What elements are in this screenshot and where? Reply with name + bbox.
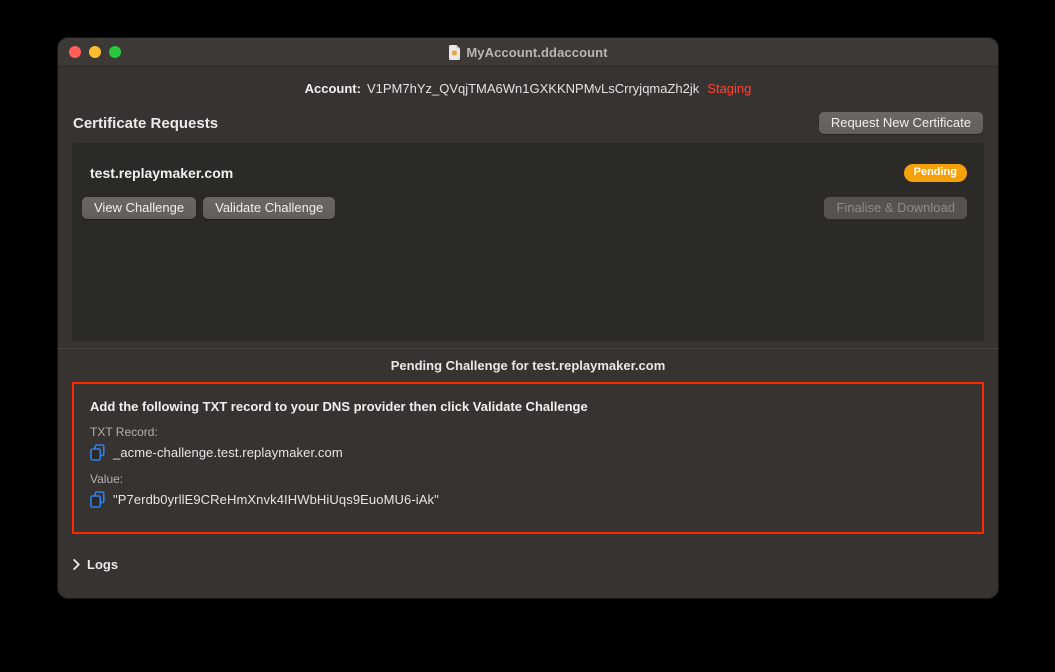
certificate-requests-header: Certificate Requests Request New Certifi… xyxy=(58,112,998,134)
certificate-requests-list: test.replaymaker.com Pending View Challe… xyxy=(72,143,984,341)
section-title: Certificate Requests xyxy=(73,114,219,132)
logs-disclosure[interactable]: Logs xyxy=(73,557,118,572)
challenge-heading: Pending Challenge for test.replaymaker.c… xyxy=(390,358,666,373)
window-title: MyAccount.ddaccount xyxy=(466,44,608,60)
minimize-window-button[interactable] xyxy=(89,46,101,58)
account-label: Account: xyxy=(304,81,361,96)
challenge-details-box: Add the following TXT record to your DNS… xyxy=(72,382,984,534)
challenge-value[interactable]: "P7erdb0yrllE9CReHmXnvk4IHWbHiUqs9EuoMU6… xyxy=(113,492,439,507)
document-icon xyxy=(448,44,461,60)
value-label: Value: xyxy=(90,472,124,486)
close-window-button[interactable] xyxy=(69,46,81,58)
challenge-instructions: Add the following TXT record to your DNS… xyxy=(90,399,588,414)
window-title-group: MyAccount.ddaccount xyxy=(448,44,608,60)
request-actions: View Challenge Validate Challenge Finali… xyxy=(82,197,967,219)
request-domain: test.replaymaker.com xyxy=(90,165,234,181)
txt-record-value[interactable]: _acme-challenge.test.replaymaker.com xyxy=(113,445,343,460)
chevron-right-icon xyxy=(73,559,80,570)
traffic-lights xyxy=(69,38,121,66)
request-new-certificate-button[interactable]: Request New Certificate xyxy=(818,112,983,134)
value-row: "P7erdb0yrllE9CReHmXnvk4IHWbHiUqs9EuoMU6… xyxy=(90,491,964,508)
account-environment-badge: Staging xyxy=(707,81,752,96)
section-divider xyxy=(58,348,998,349)
certificate-request-row: test.replaymaker.com Pending xyxy=(90,143,967,182)
copy-icon[interactable] xyxy=(90,491,105,508)
txt-record-label: TXT Record: xyxy=(90,425,158,439)
zoom-window-button[interactable] xyxy=(109,46,121,58)
finalise-download-button: Finalise & Download xyxy=(824,197,967,219)
txt-record-row: _acme-challenge.test.replaymaker.com xyxy=(90,444,964,461)
logs-label: Logs xyxy=(87,557,119,572)
view-challenge-button[interactable]: View Challenge xyxy=(82,197,197,219)
account-row: Account: V1PM7hYz_QVqjTMA6Wn1GXKKNPMvLsCr… xyxy=(58,81,998,96)
window-titlebar[interactable]: MyAccount.ddaccount xyxy=(58,38,998,67)
copy-icon[interactable] xyxy=(90,444,105,461)
account-id: V1PM7hYz_QVqjTMA6Wn1GXKKNPMvLsCrryjqmaZh… xyxy=(366,81,700,96)
app-window: MyAccount.ddaccount Account: V1PM7hYz_QVq… xyxy=(58,38,998,598)
status-badge: Pending xyxy=(903,164,967,182)
validate-challenge-button[interactable]: Validate Challenge xyxy=(203,197,336,219)
